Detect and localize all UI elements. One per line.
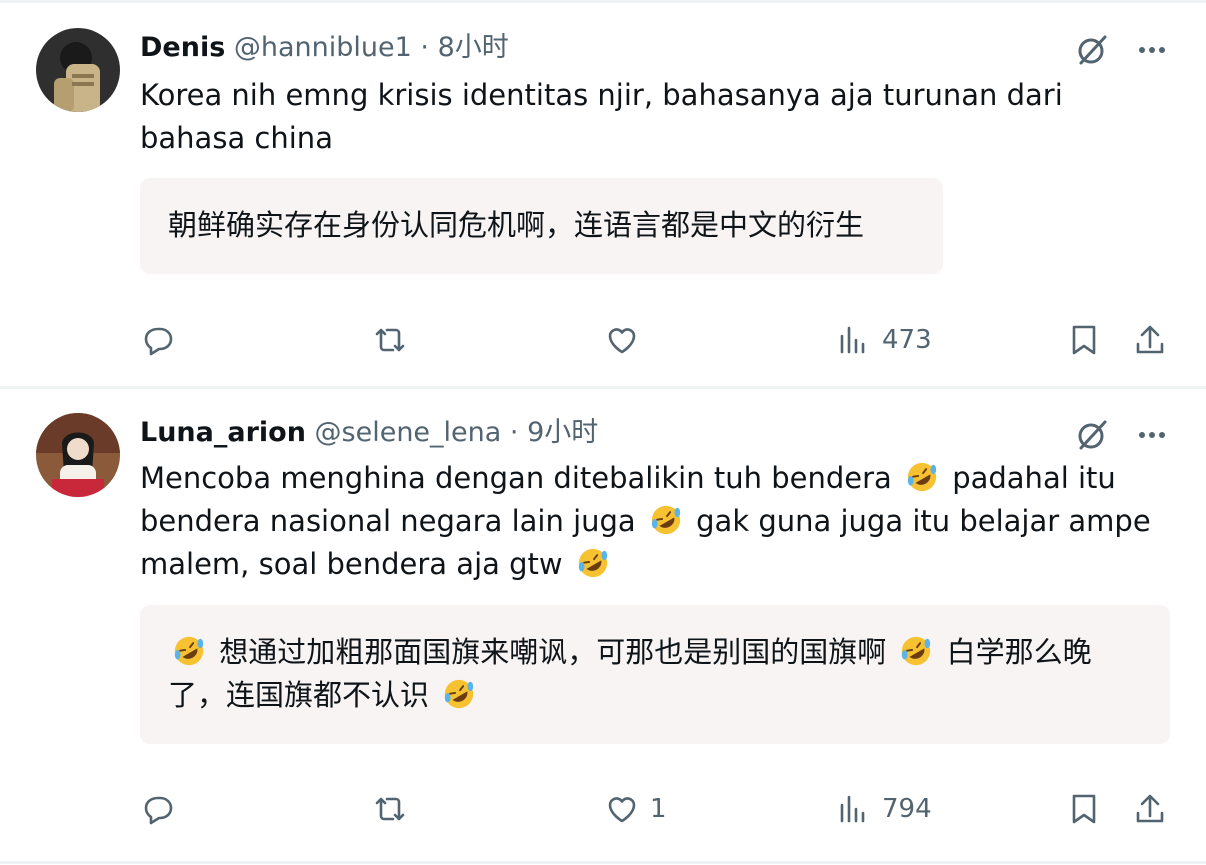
rolling-laughing-emoji-icon <box>651 505 681 535</box>
translation-box: 想通过加粗那面国旗来嘲讽，可那也是别国的国旗啊 白学那么晚了，连国旗都不认识 <box>140 605 1170 744</box>
more-options-icon[interactable] <box>1134 417 1170 453</box>
more-options-icon[interactable] <box>1134 32 1170 68</box>
repost-button[interactable] <box>372 787 408 831</box>
like-button[interactable] <box>604 318 640 362</box>
share-button[interactable] <box>1132 787 1168 831</box>
rolling-laughing-emoji-icon <box>902 636 931 666</box>
reply-button[interactable] <box>140 787 176 831</box>
display-name[interactable]: Luna_arion <box>140 417 306 448</box>
separator-dot: · <box>420 32 429 63</box>
heart-icon <box>608 797 636 823</box>
bookmark-button[interactable] <box>1066 787 1102 831</box>
reply-icon <box>144 796 173 825</box>
action-bar: 1 794 <box>0 787 1206 831</box>
post-header: Luna_arion @selene_lena · 9小时 <box>140 415 1106 451</box>
avatar-image <box>36 28 120 112</box>
share-button[interactable] <box>1132 318 1168 362</box>
views-button[interactable]: 473 <box>836 318 932 362</box>
views-icon <box>840 326 865 354</box>
avatar[interactable] <box>36 413 120 497</box>
post-text: Mencoba menghina dengan ditebalikin tuh … <box>140 457 1166 586</box>
post-timestamp[interactable]: 9小时 <box>527 417 598 448</box>
share-icon <box>1136 325 1164 354</box>
views-button[interactable]: 794 <box>836 787 932 831</box>
display-name[interactable]: Denis <box>140 32 225 63</box>
post-denis[interactable]: Denis @hanniblue1 · 8小时 Korea nih emng k… <box>0 0 1206 389</box>
bookmark-icon <box>1072 794 1096 824</box>
repost-icon <box>375 328 405 352</box>
post-text: Korea nih emng krisis identitas njir, ba… <box>140 78 1063 155</box>
grok-icon[interactable] <box>1074 32 1110 68</box>
grok-icon[interactable] <box>1074 417 1110 453</box>
views-icon <box>840 795 865 823</box>
user-handle[interactable]: @selene_lena <box>315 417 502 448</box>
repost-icon <box>375 797 405 821</box>
post-timestamp[interactable]: 8小时 <box>438 32 509 63</box>
reply-icon <box>144 327 173 356</box>
rolling-laughing-emoji-icon <box>578 548 608 578</box>
like-count: 1 <box>650 794 667 824</box>
heart-icon <box>608 328 636 354</box>
avatar[interactable] <box>36 28 120 112</box>
translation-text: 朝鲜确实存在身份认同危机啊，连语言都是中文的衍生 <box>168 208 865 242</box>
reply-button[interactable] <box>140 318 176 362</box>
repost-button[interactable] <box>372 318 408 362</box>
translation-box: 朝鲜确实存在身份认同危机啊，连语言都是中文的衍生 <box>140 178 943 274</box>
bookmark-icon <box>1072 325 1096 355</box>
view-count: 794 <box>882 794 932 824</box>
rolling-laughing-emoji-icon <box>907 462 937 492</box>
view-count: 473 <box>882 325 932 355</box>
rolling-laughing-emoji-icon <box>174 636 204 666</box>
separator-dot: · <box>509 417 519 448</box>
bookmark-button[interactable] <box>1066 318 1102 362</box>
post-luna-arion[interactable]: Luna_arion @selene_lena · 9小时 Mencoba me… <box>0 389 1206 864</box>
rolling-laughing-emoji-icon <box>445 679 474 709</box>
avatar-image <box>36 413 120 497</box>
user-handle[interactable]: @hanniblue1 <box>234 32 412 63</box>
action-bar: 473 <box>0 318 1206 362</box>
share-icon <box>1136 794 1164 823</box>
translation-text-part: 想通过加粗那面国旗来嘲讽，可那也是别国的国旗啊 <box>219 635 887 669</box>
post-header: Denis @hanniblue1 · 8小时 <box>140 30 1106 66</box>
like-button[interactable]: 1 <box>604 787 667 831</box>
post-text-part: Mencoba menghina dengan ditebalikin tuh … <box>140 461 892 495</box>
